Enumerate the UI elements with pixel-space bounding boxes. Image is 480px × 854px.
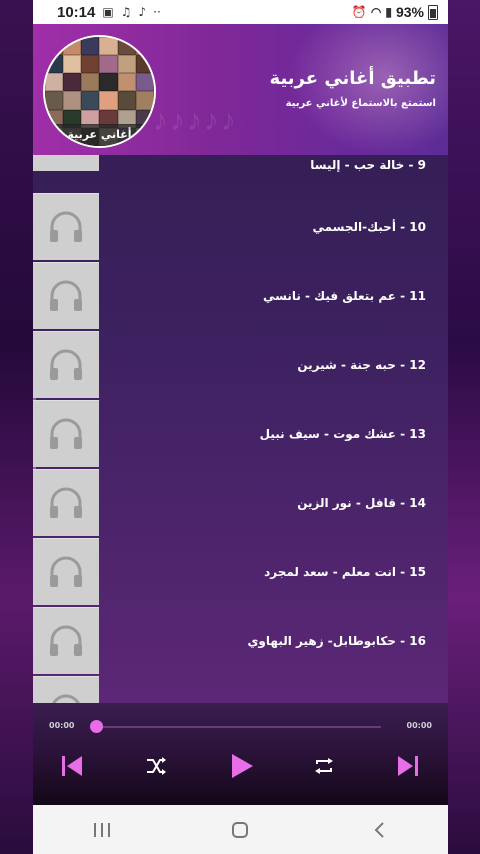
app-avatar: أغاني عربية [43, 35, 156, 148]
music-note-icon-2: ♪ [138, 5, 147, 19]
avatar-caption: أغاني عربية [45, 124, 154, 146]
header-watermark: ♪♪♪♪♪ [153, 104, 238, 137]
song-row[interactable]: 9 - خالة حب - إليسا [33, 155, 448, 173]
phone-screen: 10:14 ▣ ♫ ♪ ·· ⏰ ◠ ▮ 93% ♪♪♪♪♪ أغاني عرب… [33, 0, 448, 854]
headphones-icon [50, 211, 82, 242]
signal-icon: ▮ [385, 5, 392, 19]
alarm-icon: ⏰ [351, 5, 367, 19]
song-row[interactable] [33, 676, 448, 703]
music-player: 00:00 00:00 [33, 703, 448, 805]
recent-apps-button[interactable] [82, 815, 122, 845]
more-dots-icon: ·· [153, 5, 161, 19]
image-notification-icon: ▣ [102, 5, 114, 19]
song-thumbnail [33, 400, 99, 467]
song-row[interactable]: 10 - أحبك-الجسمي [33, 193, 448, 262]
headphones-icon [50, 556, 82, 587]
frame-right [448, 0, 480, 854]
shuffle-button[interactable] [141, 751, 171, 781]
headphones-icon [50, 280, 82, 311]
song-thumbnail [33, 469, 99, 536]
song-title: 13 - عشك موت - سيف نبيل [259, 427, 426, 441]
battery-icon [428, 4, 438, 20]
song-row[interactable]: 12 - حبه جنة - شيرين [33, 331, 448, 400]
song-title: 10 - أحبك-الجسمي [312, 220, 426, 234]
home-icon [232, 821, 249, 838]
song-thumbnail [33, 331, 99, 398]
music-note-icon: ♫ [120, 5, 132, 19]
song-row[interactable]: 13 - عشك موت - سيف نبيل [33, 400, 448, 469]
skip-next-icon [398, 756, 418, 776]
song-title: 15 - انت معلم - سعد لمجرد [264, 565, 426, 579]
play-button[interactable] [226, 751, 256, 781]
frame-left [0, 0, 33, 854]
back-icon [374, 821, 384, 838]
current-time: 00:00 [49, 721, 75, 730]
total-time: 00:00 [406, 721, 432, 730]
song-row[interactable]: 16 - حكابوطابل- زهير البهاوي [33, 607, 448, 676]
song-title: 16 - حكابوطابل- زهير البهاوي [247, 634, 426, 648]
battery-percent: 93% [395, 4, 424, 20]
song-thumbnail [33, 155, 99, 171]
song-thumbnail [33, 607, 99, 674]
skip-previous-icon [62, 756, 82, 776]
header-background-art [288, 24, 448, 155]
song-title: 12 - حبه جنة - شيرين [297, 358, 426, 372]
status-time: 10:14 [57, 3, 96, 21]
seek-thumb[interactable] [90, 720, 103, 733]
home-button[interactable] [220, 815, 260, 845]
headphones-icon [50, 418, 82, 449]
wifi-icon: ◠ [370, 5, 382, 19]
song-row[interactable]: 15 - انت معلم - سعد لمجرد [33, 538, 448, 607]
repeat-icon [315, 758, 333, 774]
next-button[interactable] [393, 751, 423, 781]
app-title: تطبيق أغاني عربية [269, 68, 436, 89]
app-header: ♪♪♪♪♪ أغاني عربية تطبيق أغاني عربية استم… [33, 24, 448, 155]
repeat-button[interactable] [309, 751, 339, 781]
song-title: 14 - قافل - نور الزين [297, 496, 426, 510]
song-thumbnail [33, 193, 99, 260]
shuffle-icon [147, 757, 166, 775]
song-row[interactable]: 14 - قافل - نور الزين [33, 469, 448, 538]
song-thumbnail [33, 538, 99, 605]
recent-apps-icon [94, 822, 111, 837]
song-thumbnail [33, 676, 99, 703]
song-thumbnail [33, 262, 99, 329]
song-title: 11 - عم بتعلق فيك - نانسي [262, 289, 426, 303]
seek-bar[interactable] [91, 726, 381, 728]
song-row[interactable]: 11 - عم بتعلق فيك - نانسي [33, 262, 448, 331]
system-nav-bar [33, 805, 448, 854]
headphones-icon [46, 155, 86, 158]
headphones-icon [50, 625, 82, 656]
headphones-icon [50, 487, 82, 518]
previous-button[interactable] [57, 751, 87, 781]
play-icon [232, 754, 253, 778]
app-subtitle: استمتع بالاستماع لأغاني عربية [285, 98, 436, 109]
song-title: 9 - خالة حب - إليسا [310, 158, 426, 172]
back-button[interactable] [359, 815, 399, 845]
headphones-icon [52, 694, 80, 703]
status-bar: 10:14 ▣ ♫ ♪ ·· ⏰ ◠ ▮ 93% [33, 0, 448, 24]
song-list[interactable]: 9 - خالة حب - إليسا 10 - أحبك-الجسمي 11 … [33, 155, 448, 703]
headphones-icon [50, 349, 82, 380]
